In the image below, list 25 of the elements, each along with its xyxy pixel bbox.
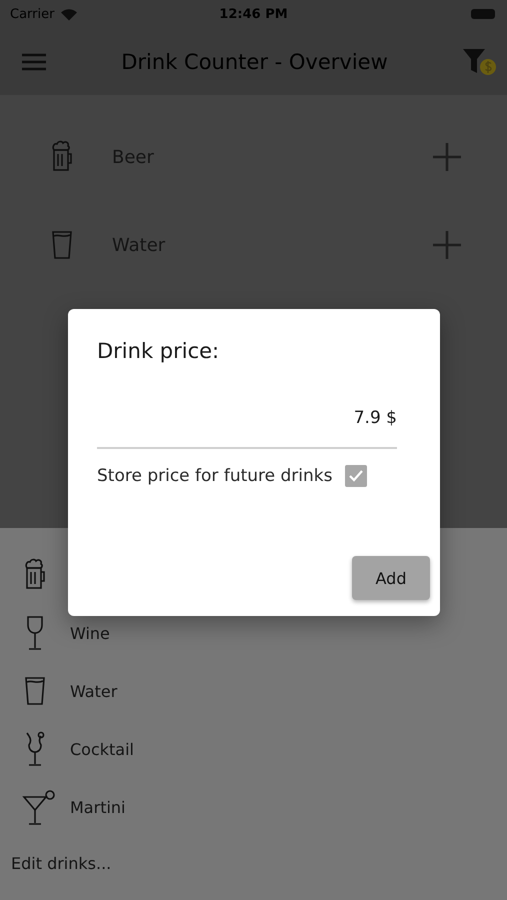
price-field[interactable]: 7.9 $ (97, 397, 397, 449)
plus-icon (433, 143, 461, 171)
menu-icon (22, 52, 46, 70)
clock-time: 12:46 PM (219, 6, 288, 22)
store-price-checkbox[interactable] (344, 465, 366, 487)
carrier-name: Carrier (10, 6, 54, 22)
drink-option[interactable]: Wine (70, 624, 110, 642)
edit-drinks-link[interactable]: Edit drinks... (11, 854, 112, 873)
add-button[interactable] (433, 143, 461, 171)
martini-glass-icon (22, 788, 56, 826)
plus-icon (433, 231, 461, 259)
filter-coin-icon (463, 48, 497, 76)
drink-option[interactable]: Water (70, 682, 118, 700)
dialog-title: Drink price: (97, 339, 220, 363)
menu-button[interactable] (22, 52, 46, 70)
add-button[interactable] (433, 231, 461, 259)
drink-option[interactable]: Martini (70, 798, 126, 816)
add-button[interactable]: Add (352, 556, 430, 600)
drink-option[interactable]: Cocktail (70, 740, 134, 758)
app-title: Drink Counter - Overview (120, 50, 389, 74)
filter-button[interactable] (463, 48, 497, 76)
checkmark-icon (348, 469, 364, 483)
checkbox-label: Store price for future drinks (97, 466, 332, 486)
battery-icon (470, 8, 497, 20)
wifi-icon (60, 8, 78, 20)
